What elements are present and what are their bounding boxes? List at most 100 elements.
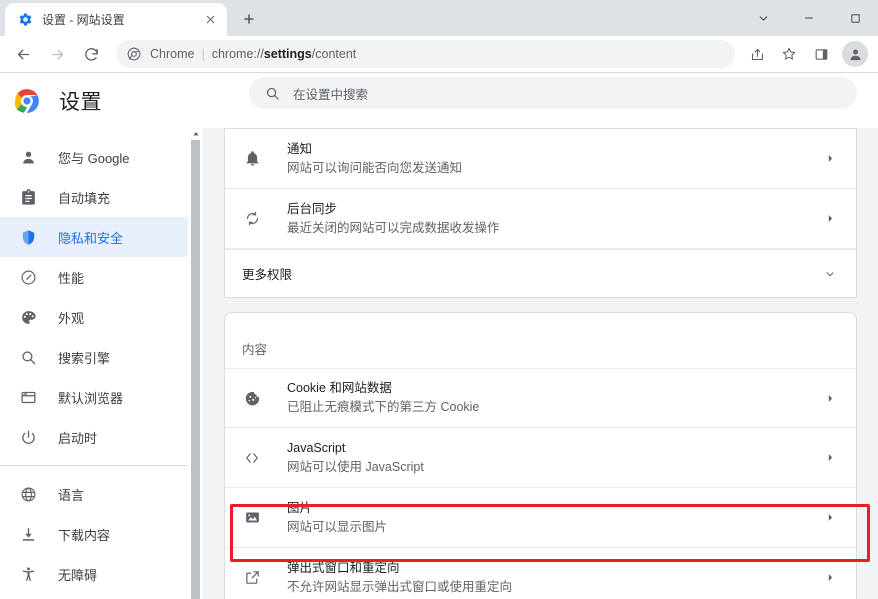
sidebar-scrollbar[interactable] — [188, 128, 203, 599]
chevron-down-icon[interactable] — [821, 265, 839, 283]
sidebar-divider — [0, 465, 203, 466]
accessibility-icon — [18, 564, 38, 584]
sidebar-item-search-engine[interactable]: 搜索引擎 — [0, 337, 203, 377]
settings-row-popups-and-redirects[interactable]: 弹出式窗口和重定向 不允许网站显示弹出式窗口或使用重定向 — [225, 548, 856, 599]
chevron-right-icon[interactable] — [821, 150, 839, 168]
row-title: JavaScript — [287, 440, 346, 455]
omnibox-scheme-label: Chrome — [150, 47, 195, 61]
settings-row-cookies[interactable]: Cookie 和网站数据 已阻止无痕模式下的第三方 Cookie — [225, 368, 856, 428]
chevron-right-icon[interactable] — [821, 210, 839, 228]
sidebar-item-default-browser[interactable]: 默认浏览器 — [0, 377, 203, 417]
content-settings-card: 内容 Cookie 和网站数据 已阻止无痕模式下的第三方 Cookie Java… — [224, 312, 857, 599]
download-icon — [18, 524, 38, 544]
row-subtitle: 最近关闭的网站可以完成数据收发操作 — [287, 220, 500, 235]
url-suffix: /content — [311, 47, 357, 61]
row-subtitle: 不允许网站显示弹出式窗口或使用重定向 — [287, 579, 513, 594]
row-title: 后台同步 — [287, 201, 338, 216]
window-controls — [740, 0, 878, 36]
row-text-block: Cookie 和网站数据 已阻止无痕模式下的第三方 Cookie — [287, 379, 821, 417]
minimize-button[interactable] — [786, 0, 832, 36]
row-text-block: 弹出式窗口和重定向 不允许网站显示弹出式窗口或使用重定向 — [287, 559, 821, 597]
reload-button[interactable] — [76, 39, 106, 69]
search-input[interactable]: 在设置中搜索 — [249, 77, 857, 109]
chevron-right-icon[interactable] — [821, 449, 839, 467]
share-icon[interactable] — [743, 40, 771, 68]
sidebar-item-label: 您与 Google — [58, 150, 130, 166]
row-text-block: 图片 网站可以显示图片 — [287, 499, 821, 537]
tab-strip: 设置 - 网站设置 — [0, 0, 878, 36]
sidebar-item-label: 外观 — [58, 310, 85, 326]
sidebar-item-languages[interactable]: 语言 — [0, 474, 203, 514]
settings-body: 您与 Google 自动填充 隐私和安全 性能 外观 搜索引擎 默认浏览器 启动… — [0, 128, 878, 599]
sidebar-item-you-and-google[interactable]: 您与 Google — [0, 137, 203, 177]
sidebar-item-accessibility[interactable]: 无障碍 — [0, 554, 203, 594]
clipboard-icon — [18, 187, 38, 207]
row-subtitle: 网站可以使用 JavaScript — [287, 459, 424, 474]
chrome-page-icon — [126, 46, 142, 62]
settings-row-images[interactable]: 图片 网站可以显示图片 — [225, 488, 856, 548]
sidebar-item-autofill[interactable]: 自动填充 — [0, 177, 203, 217]
row-text-block: 通知 网站可以询问能否向您发送通知 — [287, 140, 821, 178]
palette-icon — [18, 307, 38, 327]
browser-toolbar: Chrome | chrome://settings/content — [0, 36, 878, 72]
sidebar-item-label: 搜索引擎 — [58, 350, 111, 366]
profile-avatar[interactable] — [842, 41, 868, 67]
settings-content: 通知 网站可以询问能否向您发送通知 后台同步 最近关闭的网站可以完成数据收发操作… — [203, 128, 878, 599]
sidebar-item-label: 下载内容 — [58, 527, 111, 543]
gear-icon — [17, 12, 33, 28]
search-container: 在设置中搜索 — [249, 77, 857, 109]
row-title: 图片 — [287, 500, 313, 515]
content-group-label: 内容 — [242, 343, 268, 357]
sidebar-item-appearance[interactable]: 外观 — [0, 297, 203, 337]
back-button[interactable] — [8, 39, 38, 69]
sidebar-item-system[interactable]: 系统 — [0, 594, 203, 599]
row-subtitle: 网站可以显示图片 — [287, 519, 388, 534]
toolbar-right-actions — [741, 40, 872, 68]
settings-row-notifications[interactable]: 通知 网站可以询问能否向您发送通知 — [225, 129, 856, 189]
new-tab-button[interactable] — [235, 5, 263, 33]
sidebar-item-on-startup[interactable]: 启动时 — [0, 417, 203, 457]
sidebar-item-label: 隐私和安全 — [58, 230, 124, 246]
maximize-button[interactable] — [832, 0, 878, 36]
address-bar[interactable]: Chrome | chrome://settings/content — [116, 40, 735, 68]
chevron-right-icon[interactable] — [821, 569, 839, 587]
chevron-right-icon[interactable] — [821, 509, 839, 527]
url-bold-part: settings — [263, 47, 312, 61]
row-title: 通知 — [287, 141, 313, 156]
bookmark-star-icon[interactable] — [775, 40, 803, 68]
person-icon — [18, 147, 38, 167]
sidebar-item-label: 无障碍 — [58, 567, 98, 583]
sidebar-item-label: 自动填充 — [58, 190, 111, 206]
row-title: 弹出式窗口和重定向 — [287, 560, 400, 575]
search-icon — [264, 85, 280, 101]
browser-tab[interactable]: 设置 - 网站设置 — [5, 3, 227, 36]
settings-row-background-sync[interactable]: 后台同步 最近关闭的网站可以完成数据收发操作 — [225, 189, 856, 249]
sidebar-item-label: 启动时 — [58, 430, 98, 446]
chrome-logo-icon — [14, 88, 40, 114]
search-icon — [18, 347, 38, 367]
sidebar-item-label: 语言 — [58, 487, 85, 503]
sidebar-item-privacy-and-security[interactable]: 隐私和安全 — [0, 217, 203, 257]
code-brackets-icon — [242, 448, 262, 468]
power-icon — [18, 427, 38, 447]
sidebar-item-label: 性能 — [58, 270, 85, 286]
sidebar-item-performance[interactable]: 性能 — [0, 257, 203, 297]
tab-title: 设置 - 网站设置 — [42, 13, 125, 27]
scroll-up-arrow-icon[interactable] — [188, 128, 203, 140]
settings-sidebar: 您与 Google 自动填充 隐私和安全 性能 外观 搜索引擎 默认浏览器 启动… — [0, 128, 203, 599]
close-icon[interactable] — [201, 11, 219, 29]
more-permissions-label: 更多权限 — [242, 268, 293, 282]
row-title: Cookie 和网站数据 — [287, 381, 392, 395]
bell-icon — [242, 149, 262, 169]
scrollbar-thumb[interactable] — [191, 140, 200, 599]
forward-button[interactable] — [42, 39, 72, 69]
more-permissions-expander[interactable]: 更多权限 — [225, 249, 856, 297]
browser-window-icon — [18, 387, 38, 407]
omnibox-url: chrome://settings/content — [212, 47, 357, 61]
chevron-right-icon[interactable] — [821, 389, 839, 407]
settings-row-javascript[interactable]: JavaScript 网站可以使用 JavaScript — [225, 428, 856, 488]
tab-search-button[interactable] — [740, 0, 786, 36]
side-panel-icon[interactable] — [807, 40, 835, 68]
row-text-block: JavaScript 网站可以使用 JavaScript — [287, 439, 821, 477]
sidebar-item-downloads[interactable]: 下载内容 — [0, 514, 203, 554]
